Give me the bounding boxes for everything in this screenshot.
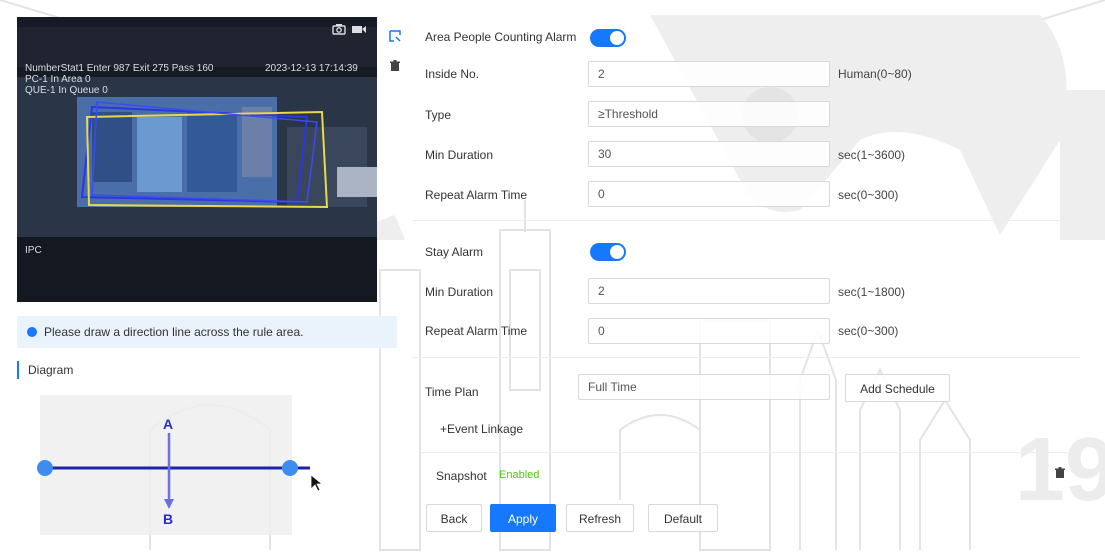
event-linkage-link[interactable]: +Event Linkage xyxy=(440,422,523,436)
draw-rule-icon[interactable] xyxy=(387,29,403,45)
draw-direction-tip: Please draw a direction line across the … xyxy=(17,316,397,348)
stay-repeat-alarm-label: Repeat Alarm Time xyxy=(425,324,528,338)
snapshot-status: Enabled xyxy=(499,469,540,481)
type-label: Type xyxy=(425,108,452,122)
toggle-knob xyxy=(610,245,624,259)
min-duration-label: Min Duration xyxy=(425,148,494,162)
snapshot-label: Snapshot xyxy=(436,469,487,483)
diagram-title: Diagram xyxy=(17,361,73,379)
info-icon xyxy=(27,327,37,337)
inside-no-field[interactable]: 2 xyxy=(588,61,830,87)
camera-icon[interactable] xyxy=(330,23,348,39)
stay-alarm-label: Stay Alarm xyxy=(425,245,484,259)
osd-area-count: PC-1 In Area 0 xyxy=(25,74,91,85)
trash-icon[interactable] xyxy=(387,60,403,76)
osd-queue-count: QUE-1 In Queue 0 xyxy=(25,85,108,96)
osd-number-stat: NumberStat1 Enter 987 Exit 275 Pass 160 xyxy=(25,63,214,74)
add-schedule-button[interactable]: Add Schedule xyxy=(845,374,950,402)
min-duration-unit: sec(1~3600) xyxy=(838,148,906,162)
tip-text: Please draw a direction line across the … xyxy=(44,325,304,339)
time-plan-select[interactable]: Full Time xyxy=(578,374,830,400)
section-divider xyxy=(412,357,1080,358)
inside-no-unit: Human(0~80) xyxy=(838,67,912,81)
area-alarm-label: Area People Counting Alarm xyxy=(425,30,577,44)
section-divider xyxy=(420,452,1080,453)
stay-repeat-alarm-field[interactable]: 0 xyxy=(588,318,830,344)
video-scene xyxy=(17,17,377,302)
line-end-handle xyxy=(282,460,298,476)
trash-icon[interactable] xyxy=(1052,467,1068,483)
stay-min-duration-label: Min Duration xyxy=(425,285,494,299)
area-alarm-toggle[interactable] xyxy=(590,29,626,47)
back-button[interactable]: Back xyxy=(426,504,482,532)
repeat-alarm-label: Repeat Alarm Time xyxy=(425,188,528,202)
repeat-alarm-unit: sec(0~300) xyxy=(838,188,899,202)
section-divider xyxy=(412,220,1080,221)
label-a: A xyxy=(163,416,173,432)
default-button[interactable]: Default xyxy=(648,504,718,532)
arrow-head xyxy=(164,499,174,509)
toggle-knob xyxy=(610,31,624,45)
apply-button[interactable]: Apply xyxy=(490,504,556,532)
label-b: B xyxy=(163,511,173,527)
repeat-alarm-field[interactable]: 0 xyxy=(588,181,830,207)
stay-min-duration-unit: sec(1~1800) xyxy=(838,285,906,299)
min-duration-field[interactable]: 30 xyxy=(588,141,830,167)
direction-diagram-drawing: A B xyxy=(37,416,324,527)
inside-no-label: Inside No. xyxy=(425,67,480,81)
osd-channel-label: IPC xyxy=(25,245,42,256)
type-select[interactable]: ≥Threshold xyxy=(588,101,830,127)
stay-alarm-toggle[interactable] xyxy=(590,243,626,261)
video-record-icon[interactable] xyxy=(350,23,368,39)
osd-timestamp: 2023-12-13 17:14:39 xyxy=(265,63,358,74)
video-preview[interactable]: NumberStat1 Enter 987 Exit 275 Pass 160 … xyxy=(17,17,377,302)
line-start-handle xyxy=(37,460,53,476)
stay-repeat-alarm-unit: sec(0~300) xyxy=(838,324,899,338)
refresh-button[interactable]: Refresh xyxy=(566,504,634,532)
stay-min-duration-field[interactable]: 2 xyxy=(588,278,830,304)
time-plan-label: Time Plan xyxy=(425,385,479,399)
mouse-cursor xyxy=(310,474,324,492)
